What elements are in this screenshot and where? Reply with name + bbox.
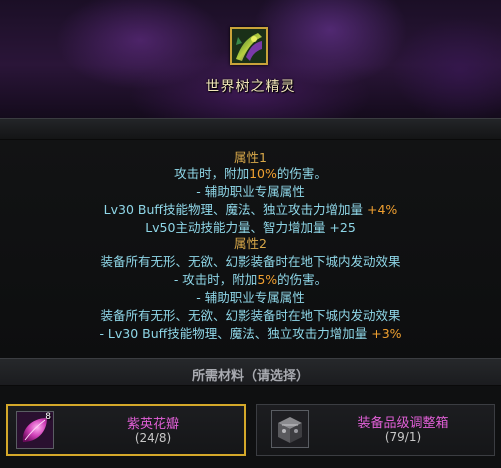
attribute-line: 装备所有无形、无欲、幻影装备时在地下城内发动效果 (100, 254, 401, 269)
attribute-panel: 属性1 攻击时，附加10%的伤害。 - 辅助职业专属属性 Lv30 Buff技能… (0, 140, 501, 358)
attribute-text: - Lv30 Buff技能物理、魔法、独立攻击力增加量 (99, 326, 372, 341)
attribute-header-1: 属性1 (234, 150, 267, 165)
material-name: 装备品级调整箱 (357, 416, 449, 431)
attribute-value: 10% (249, 166, 277, 181)
attribute-line: Lv50主动技能力量、智力增加量 +25 (145, 220, 356, 235)
material-badge: 8 (45, 412, 51, 422)
material-count: (24/8) (134, 431, 172, 445)
material-icon-frame (271, 410, 309, 448)
header-divider (0, 118, 501, 140)
attribute-line: - 辅助职业专属属性 (196, 290, 305, 305)
material-count: (79/1) (384, 430, 422, 444)
attribute-value: +4% (367, 202, 398, 217)
attribute-line: 攻击时，附加10%的伤害。 (0, 166, 501, 182)
attribute-line: Lv30 Buff技能物理、魔法、独立攻击力增加量 +4% (0, 202, 501, 218)
material-slot-equipment-grade-box[interactable]: 装备品级调整箱 (79/1) (256, 404, 495, 456)
material-icon-frame: 8 (16, 411, 54, 449)
world-tree-spirit-icon (232, 29, 266, 63)
attribute-header-2: 属性2 (234, 236, 267, 251)
item-header: 世界树之精灵 (0, 0, 501, 118)
attribute-text: 的伤害。 (277, 272, 328, 287)
attribute-value: 5% (257, 272, 278, 287)
attribute-line: - 辅助职业专属属性 (196, 184, 305, 199)
attribute-text: Lv30 Buff技能物理、魔法、独立攻击力增加量 (103, 202, 367, 217)
material-name: 紫英花瓣 (126, 417, 179, 432)
materials-title: 所需材料（请选择） (191, 369, 309, 384)
material-slot-purple-petal[interactable]: 8 紫英花瓣 (24/8) (6, 404, 246, 456)
attribute-line: - Lv30 Buff技能物理、魔法、独立攻击力增加量 +3% (0, 326, 501, 342)
attribute-line: 装备所有无形、无欲、幻影装备时在地下城内发动效果 (100, 308, 401, 323)
attribute-text: - 攻击时，附加 (173, 272, 258, 287)
attribute-text: 的伤害。 (276, 166, 327, 181)
materials-header: 所需材料（请选择） (0, 358, 501, 386)
attribute-value: +3% (371, 326, 402, 341)
item-icon-frame[interactable] (230, 27, 268, 65)
item-title: 世界树之精灵 (205, 79, 296, 95)
attribute-line: - 攻击时，附加5%的伤害。 (0, 272, 501, 288)
attribute-text: 攻击时，附加 (174, 166, 250, 181)
equipment-grade-box-icon (272, 411, 308, 447)
